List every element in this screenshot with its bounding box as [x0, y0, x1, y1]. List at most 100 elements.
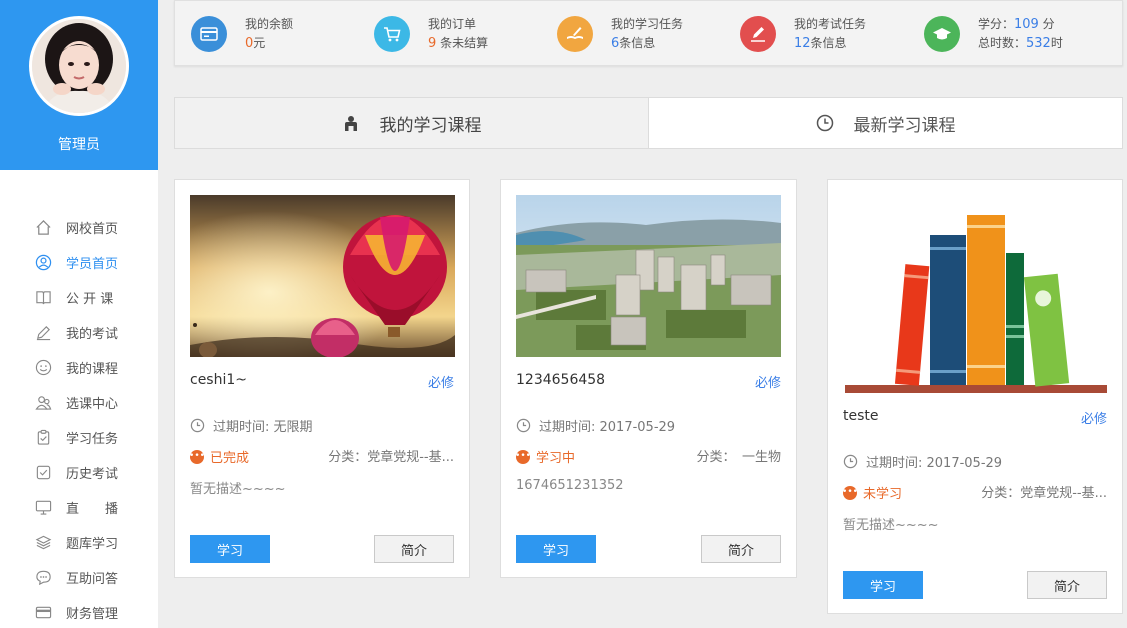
course-title[interactable]: teste	[843, 408, 879, 424]
course-category: 分类：党章党规--基...	[328, 450, 454, 465]
course-title[interactable]: 1234656458	[516, 372, 605, 388]
course-card: teste 必修 过期时间: 2017-05-29 ••• 未学习 分类：党章党…	[827, 179, 1123, 614]
study-button[interactable]: 学习	[190, 535, 270, 563]
clock-icon	[843, 454, 858, 469]
sidebar-item-open-course[interactable]: 公 开 课	[0, 280, 158, 315]
stat-study-tasks[interactable]: 我的学习任务 6条信息	[557, 15, 683, 53]
course-status: ••• 未学习	[842, 483, 903, 502]
course-thumbnail-city[interactable]	[516, 195, 781, 357]
stat-orders-unit: 条未结算	[440, 36, 489, 50]
intro-button[interactable]: 简介	[374, 535, 454, 563]
course-status-text: 学习中	[536, 451, 576, 466]
stat-orders[interactable]: 我的订单 9 条未结算	[374, 15, 488, 53]
sidebar-item-label: 直 播	[66, 502, 119, 517]
sidebar-item-my-courses[interactable]: 我的课程	[0, 350, 158, 385]
required-link[interactable]: 必修	[428, 372, 454, 391]
stat-credits-label: 学分：	[978, 17, 1015, 31]
course-title[interactable]: ceshi1~	[190, 372, 247, 388]
course-expiry-text: 过期时间: 2017-05-29	[539, 420, 676, 435]
pencil-icon	[34, 324, 52, 342]
sidebar-item-label: 学员首页	[66, 257, 119, 272]
sidebar-item-study-tasks[interactable]: 学习任务	[0, 420, 158, 455]
required-link[interactable]: 必修	[755, 372, 781, 391]
sidebar-item-label: 公 开 课	[66, 292, 114, 307]
sidebar-item-course-center[interactable]: 选课中心	[0, 385, 158, 420]
stat-balance-label: 我的余额	[245, 17, 294, 31]
tab-latest-courses[interactable]: 最新学习课程	[649, 97, 1123, 149]
sidebar-item-label: 学习任务	[66, 432, 119, 447]
edit-icon	[740, 16, 776, 52]
sidebar-item-exam-history[interactable]: 历史考试	[0, 455, 158, 490]
sidebar-item-finance[interactable]: 财务管理	[0, 595, 158, 628]
book-pen-icon	[557, 16, 593, 52]
stat-hours-label: 总时数：	[978, 36, 1027, 50]
course-expiry-text: 过期时间: 2017-05-29	[866, 456, 1003, 471]
stat-exam-tasks-unit: 条信息	[810, 36, 847, 50]
clock-icon	[816, 114, 833, 132]
stat-study-tasks-label: 我的学习任务	[611, 17, 684, 31]
status-dot-icon: •••	[189, 449, 205, 464]
sidebar-item-qa[interactable]: 互助问答	[0, 560, 158, 595]
smile-icon	[34, 359, 52, 377]
sidebar-item-live[interactable]: 直 播	[0, 490, 158, 525]
clock-icon	[190, 418, 205, 433]
cart-icon	[374, 16, 410, 52]
course-thumbnail-books[interactable]	[843, 195, 1108, 395]
status-dot-icon: •••	[842, 485, 858, 500]
clipboard-check-icon	[34, 429, 52, 447]
intro-button[interactable]: 简介	[1027, 571, 1107, 599]
graduation-cap-icon	[924, 16, 960, 52]
sidebar-item-student-home[interactable]: 学员首页	[0, 245, 158, 280]
course-expiry: 过期时间: 无限期	[190, 416, 313, 435]
home-icon	[34, 219, 52, 237]
book-open-icon	[34, 289, 52, 307]
stat-orders-label: 我的订单	[428, 17, 477, 31]
study-button[interactable]: 学习	[843, 571, 923, 599]
course-category: 分类： 一生物	[696, 450, 781, 465]
stat-orders-value: 9	[428, 36, 437, 51]
person-icon	[344, 116, 357, 131]
sidebar-item-label: 题库学习	[66, 537, 119, 552]
stat-exam-tasks-label: 我的考试任务	[794, 17, 867, 31]
users-icon	[34, 394, 52, 412]
status-dot-icon: •••	[515, 449, 531, 464]
course-status-text: 已完成	[210, 451, 250, 466]
profile-panel: 管理员	[0, 0, 158, 170]
stats-bar: 我的余额 0元 我的订单 9 条未结算 我的学习任务 6条信息 我的考试任务 1…	[174, 0, 1123, 66]
sidebar-menu: 网校首页 学员首页 公 开 课 我的考试 我的课程 选课中心 学习任务 历史考试…	[0, 210, 158, 628]
sidebar-item-my-exams[interactable]: 我的考试	[0, 315, 158, 350]
stat-hours-value: 532	[1026, 36, 1051, 51]
sidebar-item-question-bank[interactable]: 题库学习	[0, 525, 158, 560]
tab-my-courses[interactable]: 我的学习课程	[174, 97, 649, 149]
stat-credits-value: 109	[1014, 17, 1039, 32]
stat-exam-tasks[interactable]: 我的考试任务 12条信息	[740, 15, 866, 53]
sidebar-item-school-home[interactable]: 网校首页	[0, 210, 158, 245]
course-expiry-text: 过期时间: 无限期	[213, 420, 313, 435]
profile-name: 管理员	[58, 137, 100, 153]
stat-credits-unit: 分	[1042, 17, 1055, 31]
sidebar-item-label: 历史考试	[66, 467, 119, 482]
course-expiry: 过期时间: 2017-05-29	[516, 416, 675, 435]
course-thumbnail-balloons[interactable]	[190, 195, 455, 357]
sidebar-item-label: 我的课程	[66, 362, 119, 377]
course-status-text: 未学习	[863, 487, 903, 502]
stat-balance[interactable]: 我的余额 0元	[191, 15, 293, 53]
avatar[interactable]	[29, 16, 129, 116]
tab-label: 最新学习课程	[853, 115, 956, 136]
stat-credits[interactable]: 学分：109 分 总时数：532时	[924, 15, 1063, 53]
sidebar-item-label: 财务管理	[66, 607, 119, 622]
sidebar-item-label: 选课中心	[66, 397, 119, 412]
required-link[interactable]: 必修	[1081, 408, 1107, 427]
course-description: 暂无描述~~~~	[843, 518, 939, 533]
stat-hours-unit: 时	[1050, 36, 1063, 50]
card-icon	[34, 604, 52, 622]
study-button[interactable]: 学习	[516, 535, 596, 563]
chat-icon	[34, 569, 52, 587]
course-status: ••• 已完成	[189, 447, 250, 466]
stat-balance-unit: 元	[253, 36, 266, 50]
intro-button[interactable]: 简介	[701, 535, 781, 563]
course-category: 分类：党章党规--基...	[981, 486, 1107, 501]
stat-study-tasks-unit: 条信息	[619, 36, 656, 50]
stat-exam-tasks-value: 12	[794, 36, 811, 51]
sidebar-item-label: 互助问答	[66, 572, 119, 587]
